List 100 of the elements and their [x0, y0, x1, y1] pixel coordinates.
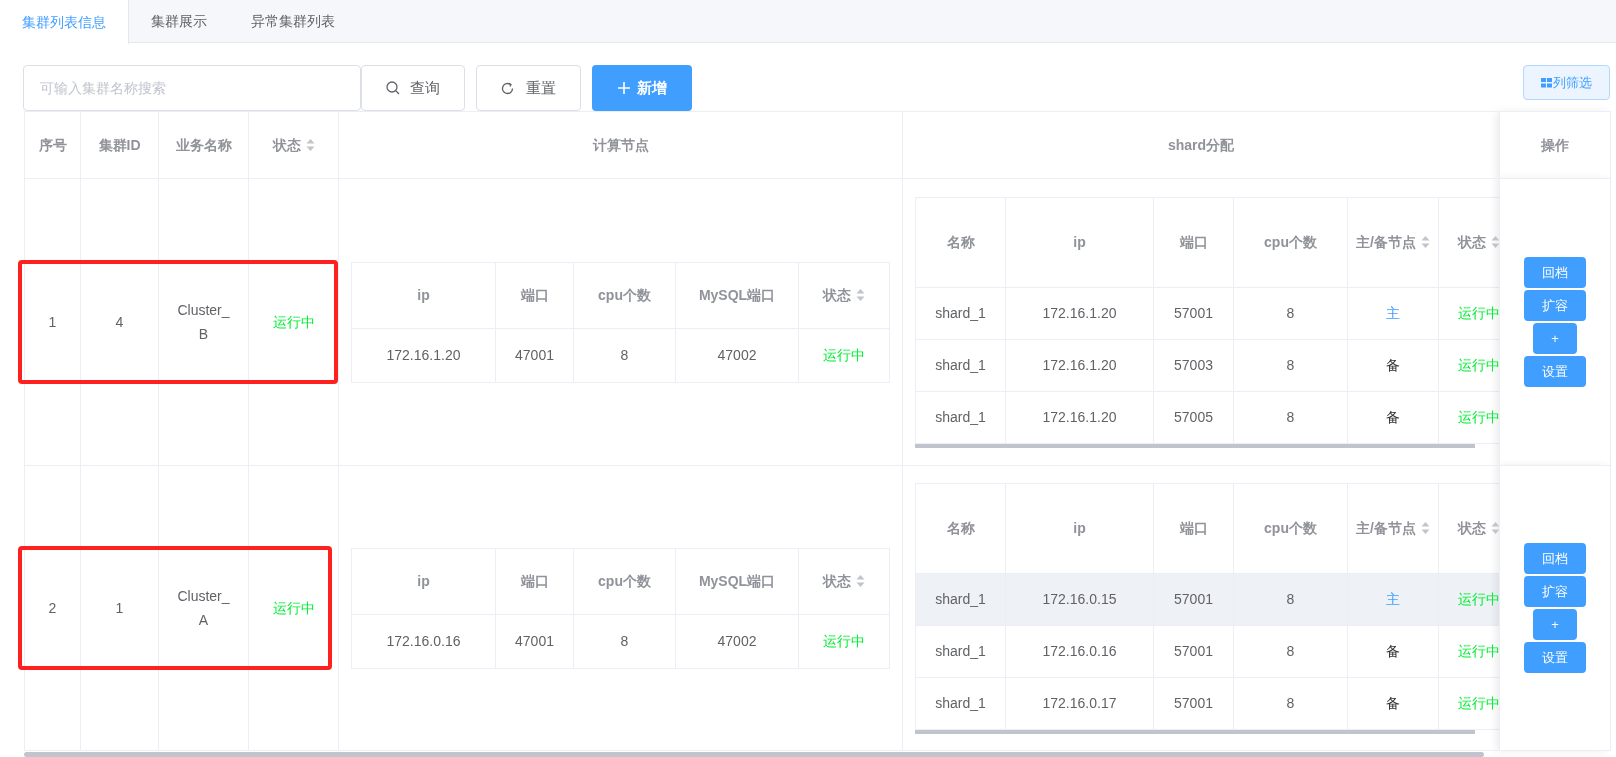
table-cell: 57003 [1174, 356, 1213, 373]
grid-icon [1541, 77, 1552, 88]
tab[interactable]: 集群展示 [129, 0, 229, 43]
role-text: 备 [1386, 408, 1400, 425]
column-header[interactable]: cpu个数 [598, 570, 651, 592]
column-header[interactable]: 状态 [272, 134, 301, 156]
table-cell: 57001 [1174, 590, 1213, 607]
column-header[interactable]: ip [1073, 517, 1086, 539]
column-header[interactable]: cpu个数 [1264, 231, 1317, 253]
action-button[interactable]: 设置 [1524, 356, 1586, 387]
sort-icon[interactable] [856, 288, 865, 302]
scrollbar[interactable] [24, 752, 1484, 757]
action-button[interactable]: + [1533, 609, 1577, 640]
column-header[interactable]: 计算节点 [592, 134, 649, 156]
table-cell: shard_1 [935, 304, 986, 321]
table-row[interactable]: shard_1 172.16.0.15 57001 8 主 运行中 [915, 573, 1499, 625]
scrollbar[interactable] [915, 443, 1475, 448]
table-cell: shard_1 [935, 590, 986, 607]
status-text: 运行中 [1457, 694, 1499, 711]
column-header[interactable]: ip [1073, 231, 1086, 253]
table-cell: 8 [1286, 642, 1295, 659]
table-cell: 57001 [1174, 694, 1213, 711]
action-button[interactable]: 扩容 [1524, 290, 1586, 321]
column-header[interactable]: 名称 [946, 517, 975, 539]
column-header[interactable]: shard分配 [1167, 134, 1235, 156]
sort-icon[interactable] [856, 574, 865, 588]
table-cell: 172.16.0.15 [1042, 590, 1117, 607]
column-header[interactable]: 端口 [520, 570, 549, 592]
table-cell: 8 [620, 632, 629, 649]
status-text: 运行中 [1457, 642, 1499, 659]
tab[interactable]: 异常集群列表 [229, 0, 357, 43]
column-header[interactable]: 状态 [1457, 231, 1486, 253]
table-cell: 4 [115, 313, 124, 330]
table-cell: 47002 [717, 346, 757, 363]
column-header[interactable]: 操作 [1541, 134, 1569, 156]
status-text: 运行中 [1457, 590, 1499, 607]
column-filter-button[interactable]: 列筛选 [1523, 65, 1610, 100]
search-icon [386, 81, 400, 95]
table-row[interactable]: shard_1 172.16.0.17 57001 8 备 运行中 [915, 677, 1499, 729]
sort-icon[interactable] [1420, 235, 1430, 249]
column-header[interactable]: ip [417, 570, 430, 592]
table-cell: 172.16.1.20 [1042, 408, 1117, 425]
table-cell: 172.16.0.16 [1042, 642, 1117, 659]
table-cell: 1 [48, 313, 57, 330]
column-header[interactable]: 状态 [823, 284, 851, 306]
table-cell: shard_1 [935, 694, 986, 711]
status-text: 运行中 [272, 599, 315, 616]
table-cell: shard_1 [935, 356, 986, 373]
action-button[interactable]: 扩容 [1524, 576, 1586, 607]
role-text: 主 [1386, 590, 1400, 607]
table-cell-text: Cluster_B [176, 301, 231, 344]
table-row[interactable]: shard_1 172.16.1.20 57001 8 主 运行中 [915, 287, 1499, 339]
status-text: 运行中 [823, 632, 865, 649]
table-row[interactable]: shard_1 172.16.1.20 57003 8 备 运行中 [915, 339, 1499, 391]
column-header[interactable]: cpu个数 [1264, 517, 1317, 539]
table-cell: 8 [620, 346, 629, 363]
table-cell: 47002 [717, 632, 757, 649]
column-header[interactable]: 端口 [520, 284, 549, 306]
search-field[interactable]: 可输入集群名称搜索 [23, 65, 361, 111]
table-cell: 8 [1286, 590, 1295, 607]
column-header[interactable]: 主/备节点 [1356, 517, 1416, 539]
column-header[interactable]: 状态 [823, 570, 851, 592]
column-header[interactable]: 序号 [38, 134, 67, 156]
table-row[interactable]: shard_1 172.16.1.20 57005 8 备 运行中 [915, 391, 1499, 443]
action-button[interactable]: 回档 [1524, 543, 1586, 574]
add-button[interactable]: 新增 [592, 65, 692, 111]
refresh-icon [501, 81, 514, 95]
tab[interactable]: 集群列表信息 [0, 0, 129, 44]
table-cell: shard_1 [935, 642, 986, 659]
status-text: 运行中 [1457, 408, 1499, 425]
column-header[interactable]: 集群ID [98, 134, 141, 156]
search-button[interactable]: 查询 [361, 65, 465, 111]
table-cell: 47001 [515, 632, 554, 649]
column-header[interactable]: 状态 [1457, 517, 1486, 539]
table-cell: 1 [115, 599, 124, 616]
table-cell: 2 [48, 599, 57, 616]
column-header[interactable]: 端口 [1179, 231, 1208, 253]
action-button[interactable]: 设置 [1524, 642, 1586, 673]
sort-icon[interactable] [305, 138, 315, 152]
table-cell: 57001 [1174, 642, 1213, 659]
table-row[interactable]: shard_1 172.16.0.16 57001 8 备 运行中 [915, 625, 1499, 677]
column-header[interactable]: 名称 [946, 231, 975, 253]
status-text: 运行中 [272, 313, 315, 330]
reset-button[interactable]: 重置 [476, 65, 581, 111]
action-button[interactable]: + [1533, 323, 1577, 354]
sort-icon[interactable] [1420, 521, 1430, 535]
column-header[interactable]: 端口 [1179, 517, 1208, 539]
table-cell-text: Cluster_A [176, 587, 231, 630]
table-cell: 172.16.0.16 [386, 632, 461, 649]
role-text: 备 [1386, 356, 1400, 373]
column-header[interactable]: 主/备节点 [1356, 231, 1416, 253]
column-header[interactable]: cpu个数 [598, 284, 651, 306]
role-text: 备 [1386, 642, 1400, 659]
column-header[interactable]: ip [417, 284, 430, 306]
action-button[interactable]: 回档 [1524, 257, 1586, 288]
table-cell: 8 [1286, 304, 1295, 321]
role-text: 主 [1386, 304, 1400, 321]
table-cell: 172.16.1.20 [386, 346, 461, 363]
scrollbar[interactable] [915, 729, 1475, 734]
table-cell: 172.16.1.20 [1042, 356, 1117, 373]
